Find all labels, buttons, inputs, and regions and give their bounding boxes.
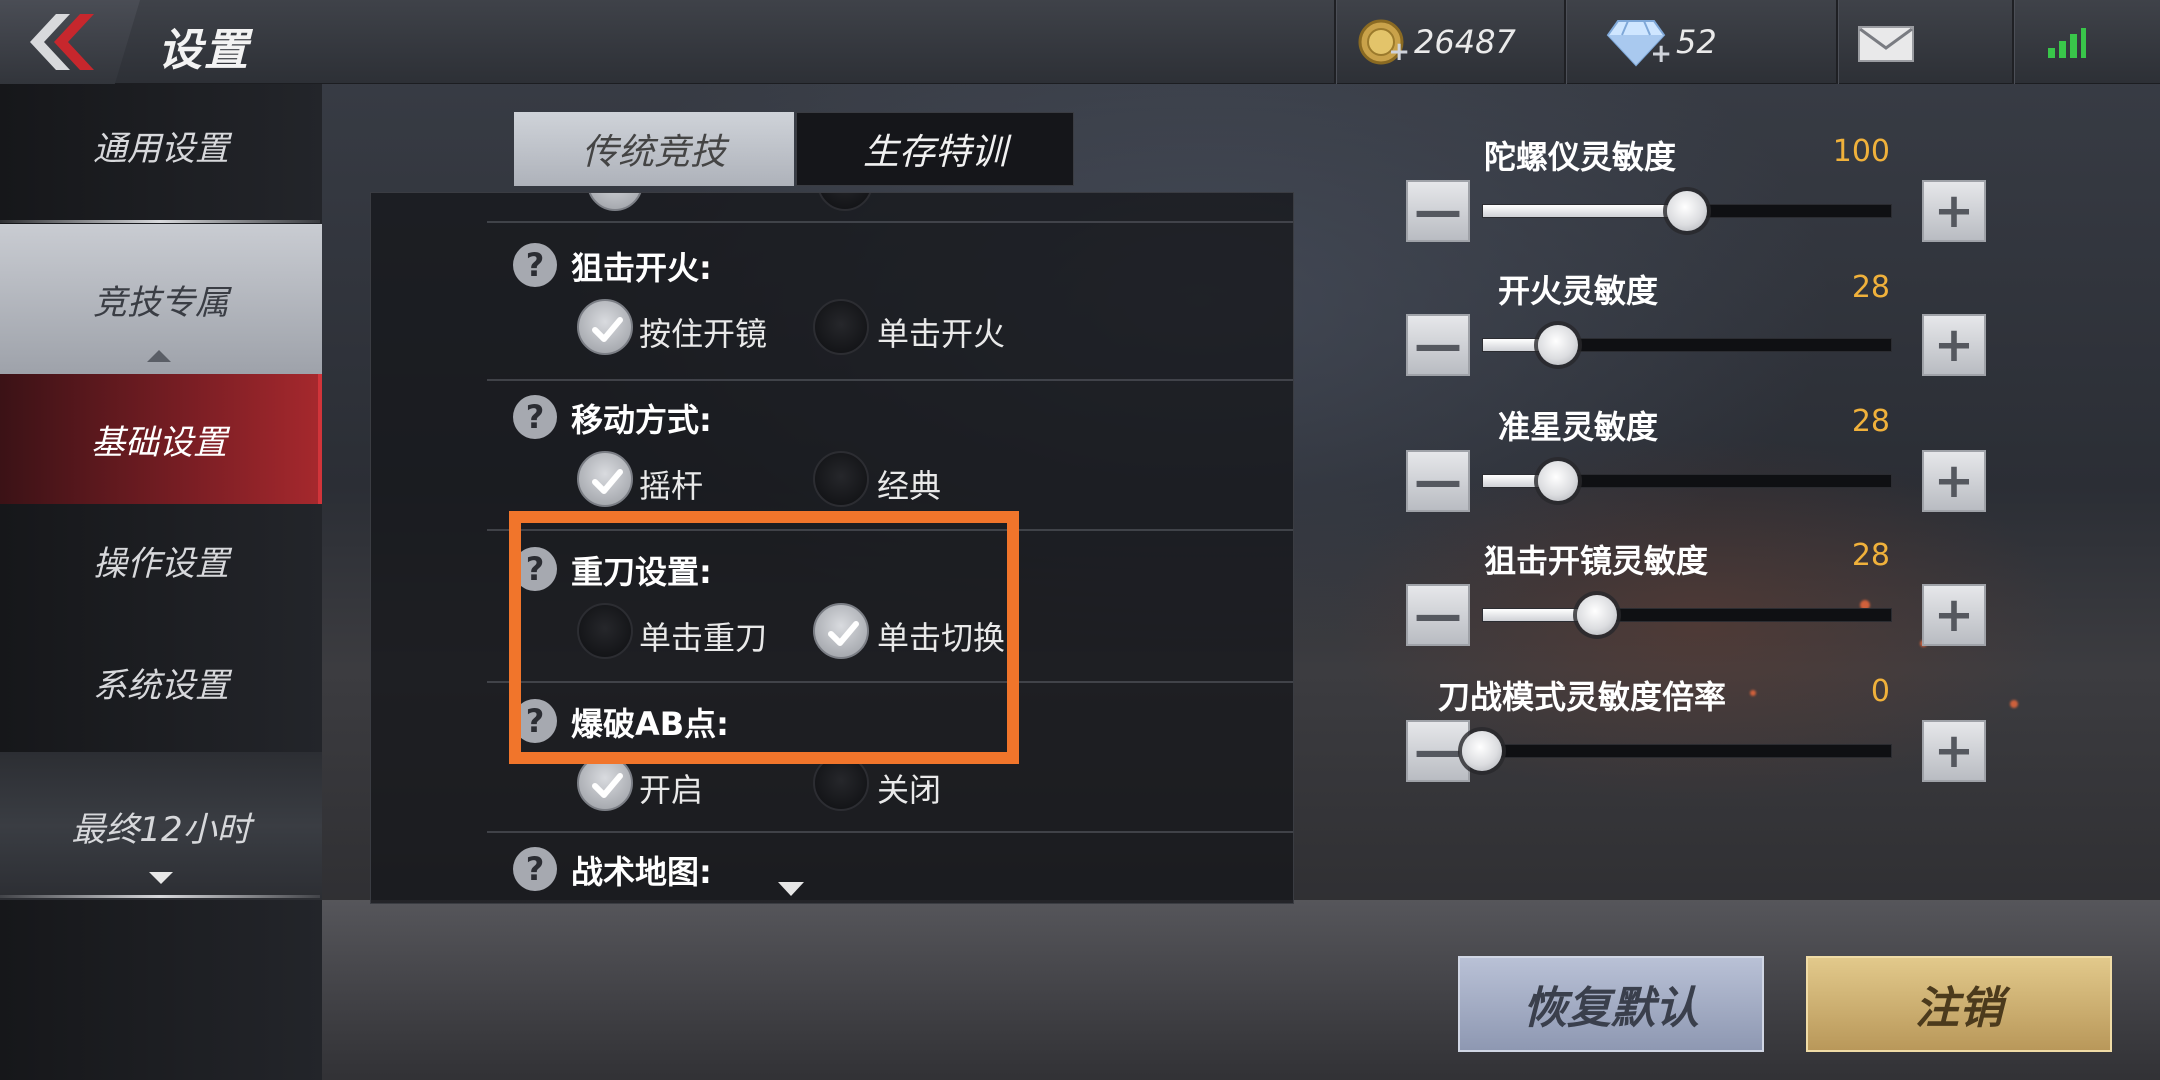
divider [1334, 0, 1336, 84]
ember [1750, 690, 1756, 696]
signal-icon [2048, 28, 2086, 58]
diamond-balance[interactable]: + 52 [1606, 16, 1717, 69]
ember [2010, 700, 2018, 708]
slider-value: 100 [1832, 134, 1890, 169]
scroll-down-arrow-icon[interactable] [778, 882, 804, 896]
divider [1836, 0, 1838, 84]
increase-button[interactable]: + [1922, 180, 1986, 242]
sidebar-item-basic[interactable]: 基础设置 [0, 374, 322, 504]
divider [0, 220, 320, 223]
setting-label: 移动方式: [571, 401, 712, 439]
help-icon[interactable]: ? [513, 243, 557, 287]
increase-button[interactable]: + [1922, 584, 1986, 646]
slider-label: 陀螺仪灵敏度 [1484, 138, 1677, 176]
slider-knob[interactable] [1462, 731, 1502, 771]
coin-balance[interactable]: + 26487 [1358, 16, 1516, 68]
radio-joystick[interactable] [577, 451, 633, 507]
slider-value: 28 [1851, 270, 1890, 305]
help-icon[interactable]: ? [513, 395, 557, 439]
tab-classic[interactable]: 传统竞技 [514, 112, 794, 186]
radio-label: 单击开火 [877, 315, 1006, 353]
highlight-box [509, 511, 1019, 764]
diamond-icon: + [1606, 17, 1672, 69]
coin-icon: + [1358, 19, 1410, 67]
radio-classic[interactable] [813, 451, 869, 507]
increase-button[interactable]: + [1922, 720, 1986, 782]
back-chevron-icon [30, 14, 94, 70]
divider [487, 831, 1293, 833]
slider-knob[interactable] [1576, 595, 1617, 635]
slider-knob[interactable] [1537, 461, 1578, 501]
tab-label: 传统竞技 [581, 132, 726, 173]
sidebar-item-label: 系统设置 [93, 665, 229, 706]
divider [487, 379, 1293, 381]
radio-partial [817, 193, 873, 211]
slider-fill [1483, 205, 1688, 217]
mail-icon[interactable] [1858, 26, 1914, 62]
collapse-arrow-icon[interactable] [147, 350, 171, 362]
sidebar-item-general[interactable]: 通用设置 [0, 100, 322, 190]
slider-label: 刀战模式灵敏度倍率 [1438, 678, 1727, 716]
sidebar-item-system[interactable]: 系统设置 [0, 632, 322, 732]
radio-partial [587, 193, 643, 211]
divider [0, 895, 320, 898]
slider-knob[interactable] [1537, 325, 1578, 365]
sidebar-item-label: 操作设置 [93, 543, 229, 584]
decrease-button[interactable]: — [1406, 314, 1470, 376]
radio-label: 关闭 [877, 771, 942, 809]
radio-label: 摇杆 [639, 467, 704, 505]
increase-button[interactable]: + [1922, 314, 1986, 376]
radio-tap-fire[interactable] [813, 299, 869, 355]
slider-value: 28 [1851, 404, 1890, 439]
slider-knob[interactable] [1667, 191, 1707, 231]
decrease-button[interactable]: — [1406, 450, 1470, 512]
sidebar-item-label: 通用设置 [93, 128, 229, 169]
divider [1564, 0, 1566, 84]
reset-defaults-button[interactable]: 恢复默认 [1458, 956, 1764, 1052]
sidebar-item-label: 最终12小时 [71, 809, 251, 850]
radio-label: 按住开镜 [639, 315, 768, 353]
slider-label: 狙击开镜灵敏度 [1484, 542, 1709, 580]
top-bar: 设置 + 26487 + 52 [0, 0, 2160, 84]
slider-value: 28 [1851, 538, 1890, 573]
diamond-amount: 52 [1676, 23, 1717, 61]
divider [2012, 0, 2014, 84]
slider-track[interactable] [1482, 608, 1892, 622]
slider-label: 开火灵敏度 [1498, 272, 1659, 310]
decrease-button[interactable]: — [1406, 180, 1470, 242]
check-icon [592, 469, 623, 494]
coin-amount: 26487 [1414, 23, 1516, 61]
help-icon[interactable]: ? [513, 847, 557, 891]
setting-label: 战术地图: [571, 853, 712, 891]
tab-survival[interactable]: 生存特训 [796, 112, 1074, 186]
slider-track[interactable] [1482, 744, 1892, 758]
check-icon [592, 317, 623, 342]
slider-value: 0 [1870, 674, 1890, 709]
setting-label: 狙击开火: [571, 249, 712, 287]
expand-arrow-icon[interactable] [149, 872, 173, 884]
decrease-button[interactable]: — [1406, 584, 1470, 646]
logout-button[interactable]: 注销 [1806, 956, 2112, 1052]
sidebar-item-controls[interactable]: 操作设置 [0, 510, 322, 610]
slider-label: 准星灵敏度 [1498, 408, 1659, 446]
divider [487, 221, 1293, 223]
check-icon [592, 773, 623, 798]
radio-hold-scope[interactable] [577, 299, 633, 355]
sidebar-item-label: 基础设置 [91, 422, 227, 463]
tab-label: 生存特训 [862, 132, 1007, 173]
decrease-button[interactable]: — [1406, 720, 1470, 782]
increase-button[interactable]: + [1922, 450, 1986, 512]
back-button[interactable] [0, 0, 140, 84]
page-title: 设置 [158, 25, 250, 76]
sidebar-item-label: 竞技专属 [93, 282, 229, 323]
radio-label: 经典 [877, 467, 942, 505]
radio-label: 开启 [639, 771, 704, 809]
